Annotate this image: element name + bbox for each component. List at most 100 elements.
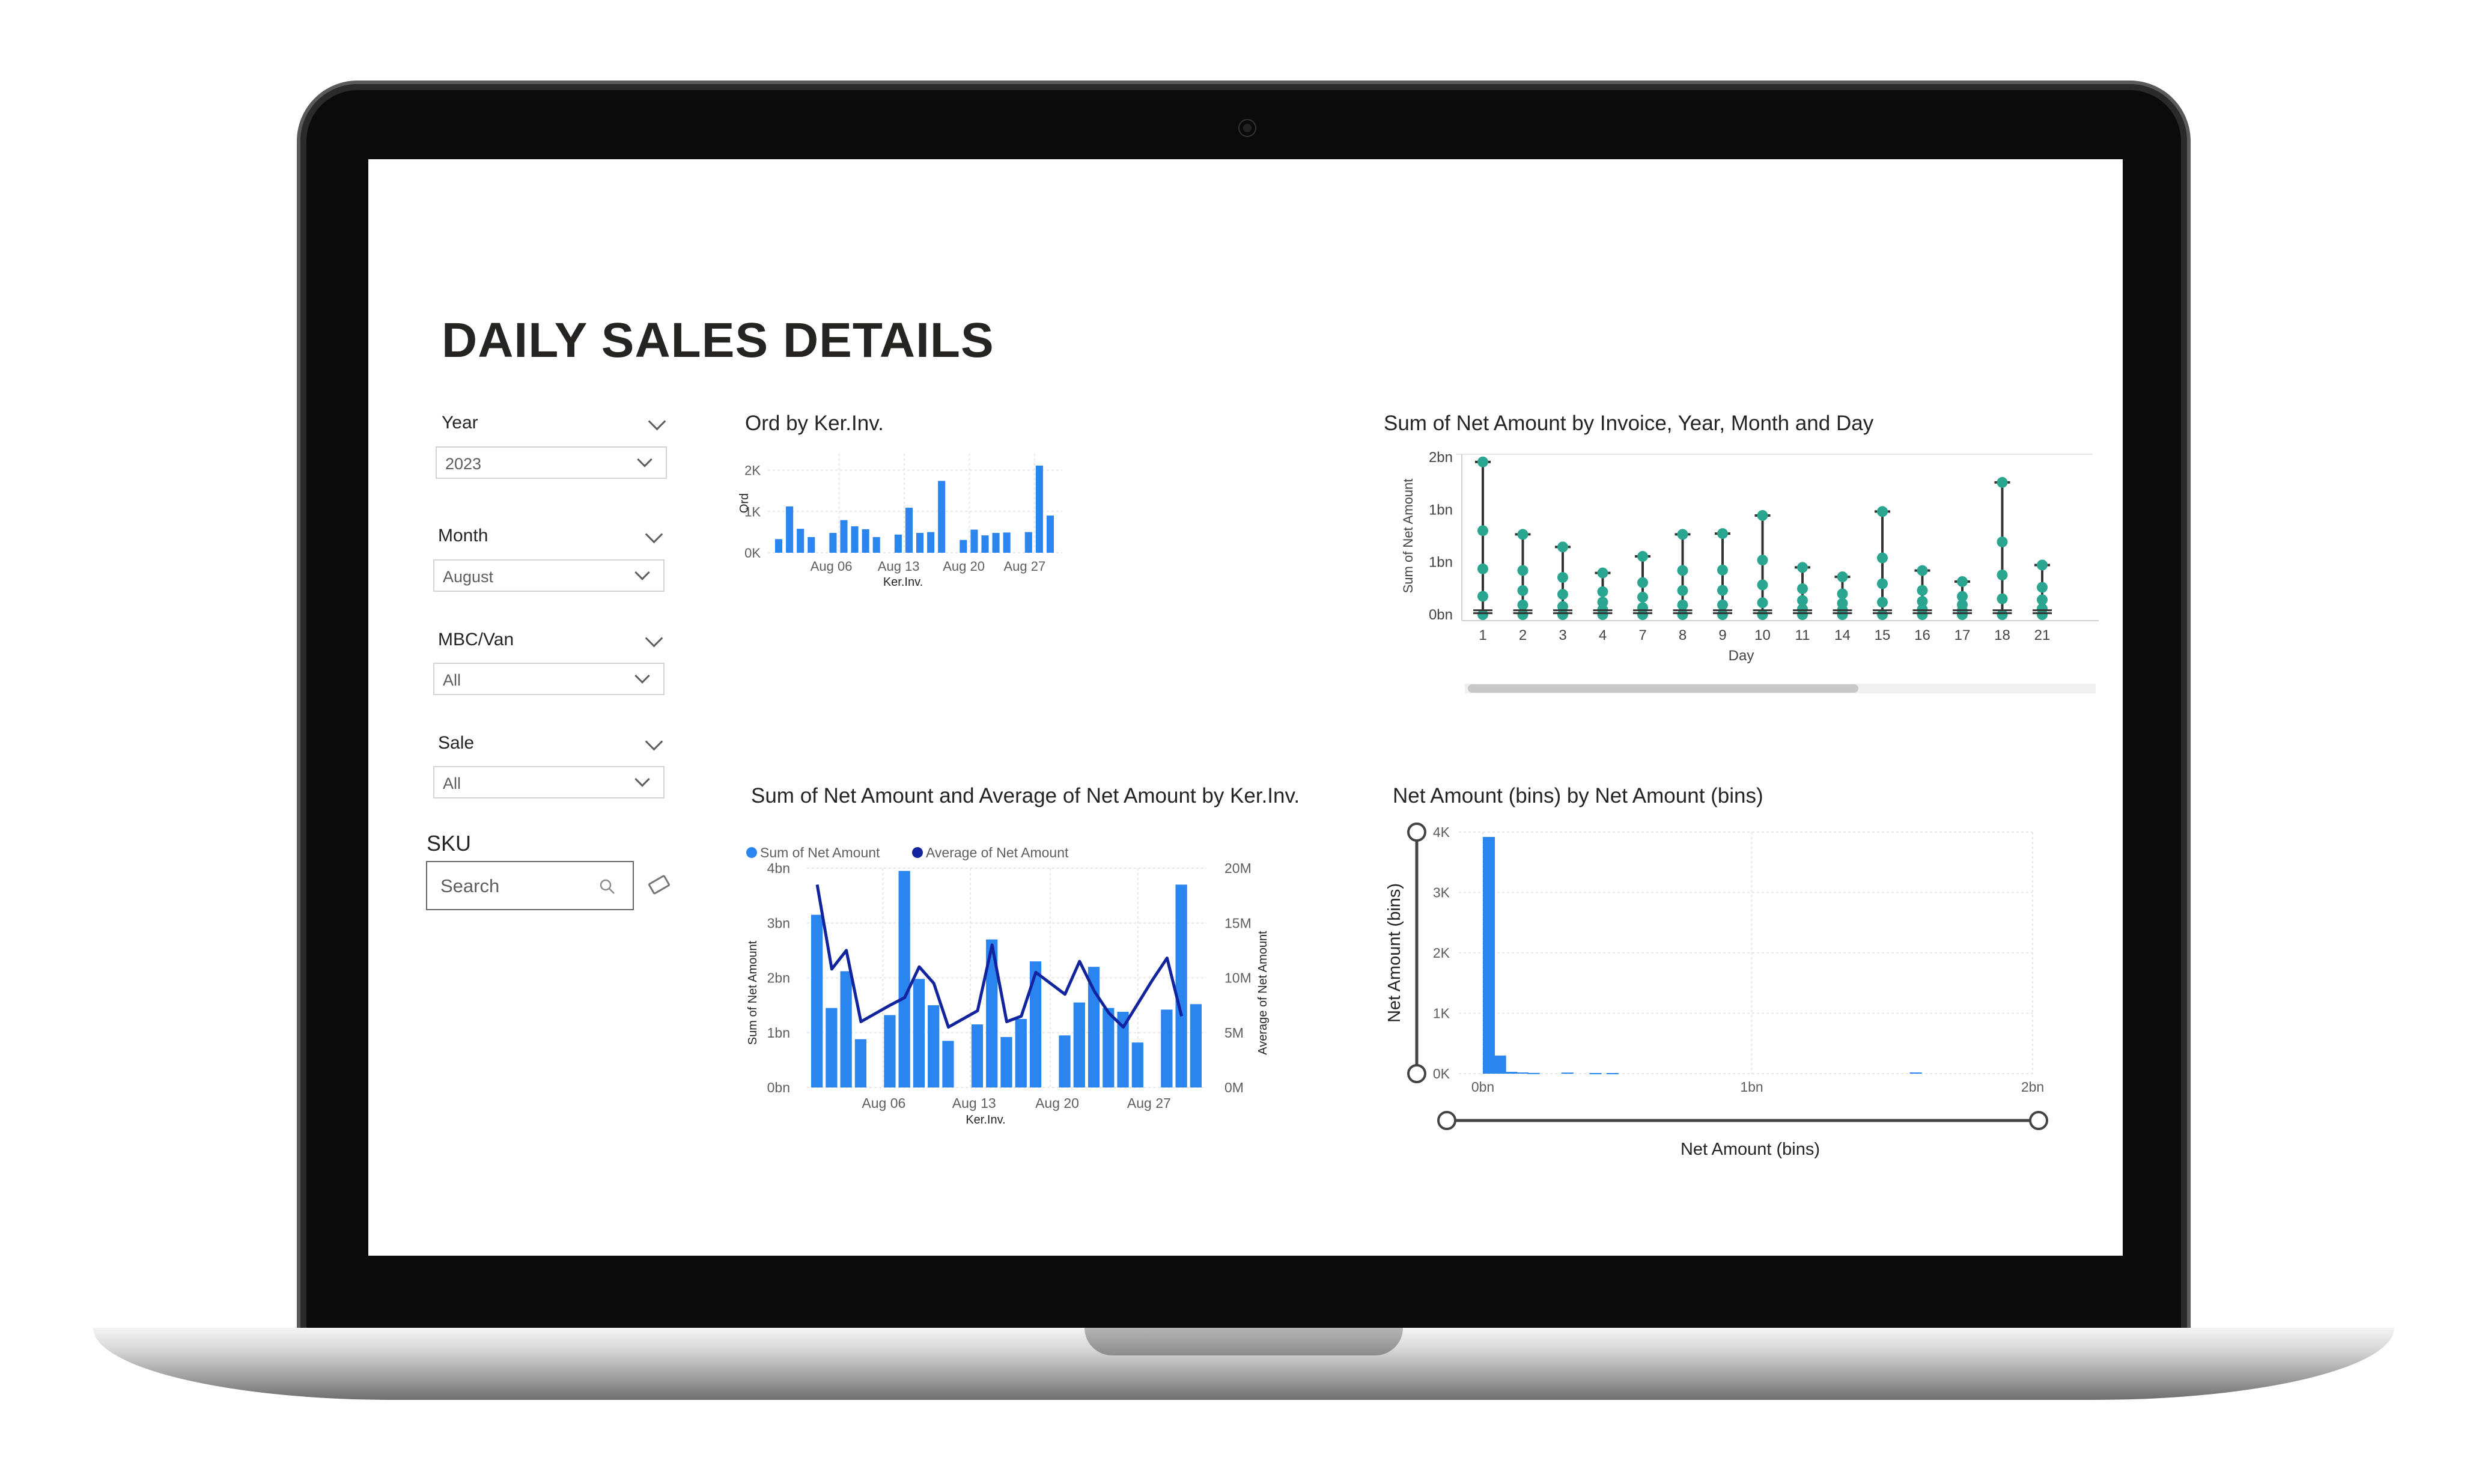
y-axis-title: Sum of Net Amount xyxy=(1401,479,1416,594)
chart4-title: Net Amount (bins) by Net Amount (bins) xyxy=(1393,784,1763,807)
slicer-mbc-van-value: All xyxy=(443,671,461,689)
bar xyxy=(942,1041,954,1087)
x-tick-label: 14 xyxy=(1834,627,1851,643)
legend-marker xyxy=(746,847,757,858)
x-tick-label: 16 xyxy=(1914,627,1930,643)
chevron-down-icon[interactable] xyxy=(645,525,663,544)
x-range-slider-handle xyxy=(2029,1111,2048,1130)
data-point xyxy=(1837,571,1848,583)
y-tick-label: 1bn xyxy=(1429,555,1453,571)
chevron-down-icon[interactable] xyxy=(648,412,666,431)
x-tick-label: 11 xyxy=(1795,627,1810,643)
x-tick-label: Aug 27 xyxy=(1003,559,1045,574)
data-point xyxy=(1877,552,1888,564)
bar xyxy=(1527,1072,1540,1074)
bar xyxy=(1161,1009,1173,1087)
bar xyxy=(1059,1035,1071,1087)
bar xyxy=(884,1015,896,1087)
net-amount-by-invoice-chart: 0bn 1bn 1bn 2bn Sum of Net Amount 1 2 3 4 7 8 9 10 11… xyxy=(1401,449,2099,693)
legend-label: Sum of Net Amount xyxy=(760,847,880,860)
y-tick-label: 3bn xyxy=(767,915,790,931)
data-point xyxy=(1477,591,1488,602)
webcam xyxy=(1240,120,1255,136)
chart1-title: Ord by Ker.Inv. xyxy=(745,412,884,435)
sku-search-input[interactable]: Search xyxy=(426,861,634,910)
eraser-icon[interactable] xyxy=(647,874,671,895)
data-point xyxy=(1637,551,1648,562)
y-tick-label: 0bn xyxy=(767,1080,790,1095)
y-tick-label: 4bn xyxy=(767,860,790,876)
data-point xyxy=(1517,585,1529,596)
y-tick-label: 1K xyxy=(1433,1006,1450,1021)
bar xyxy=(913,979,925,1087)
data-point xyxy=(1677,565,1688,576)
slicer-sale-value: All xyxy=(443,774,461,792)
bar xyxy=(811,914,823,1087)
chevron-down-icon xyxy=(634,668,650,684)
chevron-down-icon xyxy=(634,565,650,580)
data-point xyxy=(1717,564,1728,576)
y-tick-label: 2K xyxy=(744,463,761,478)
data-point xyxy=(1917,585,1928,596)
x-tick-label: 2 xyxy=(1519,627,1527,643)
data-point xyxy=(1597,586,1608,597)
data-point xyxy=(1757,597,1768,609)
scrollbar-thumb xyxy=(1468,684,1858,693)
slicer-year-dropdown[interactable]: 2023 xyxy=(436,446,667,479)
data-point xyxy=(1717,585,1728,596)
slicer-month-dropdown[interactable]: August xyxy=(433,559,665,592)
slicer-mbc-van-dropdown[interactable]: All xyxy=(433,663,665,695)
bar xyxy=(826,1008,838,1087)
x-tick-label: 3 xyxy=(1559,627,1566,643)
data-point xyxy=(1877,578,1888,589)
bar xyxy=(840,520,848,553)
sku-search-placeholder: Search xyxy=(440,875,500,896)
bar xyxy=(1190,1004,1202,1087)
bar xyxy=(938,481,946,553)
x-tick-label: Aug 06 xyxy=(811,559,853,574)
y2-tick-label: 10M xyxy=(1224,970,1252,986)
bar xyxy=(928,1005,940,1087)
bar xyxy=(971,1024,984,1087)
bar xyxy=(905,508,913,553)
bar xyxy=(1015,1018,1027,1087)
bar xyxy=(829,533,837,553)
x-tick-label: 8 xyxy=(1679,627,1687,643)
data-point xyxy=(1557,572,1568,583)
data-point xyxy=(1997,536,2008,547)
data-point xyxy=(1637,591,1648,603)
chevron-down-icon xyxy=(634,771,650,787)
chevron-down-icon xyxy=(637,452,652,467)
bar xyxy=(1606,1072,1619,1074)
data-point xyxy=(1797,583,1808,594)
bar xyxy=(1516,1072,1529,1074)
chevron-down-icon[interactable] xyxy=(645,629,663,648)
x-tick-label: Aug 06 xyxy=(862,1095,905,1111)
search-icon[interactable] xyxy=(599,878,616,895)
data-point xyxy=(1797,562,1808,573)
data-point xyxy=(1757,509,1768,521)
slicer-month-label: Month xyxy=(438,526,488,546)
chevron-down-icon[interactable] xyxy=(645,732,663,751)
data-point xyxy=(1597,567,1608,579)
data-point xyxy=(1997,569,2008,580)
bar xyxy=(1046,515,1054,553)
slicer-sale-dropdown[interactable]: All xyxy=(433,766,665,798)
bar xyxy=(1589,1072,1602,1074)
report-canvas: DAILY SALES DETAILS Year 2023 Month Augu… xyxy=(368,159,2123,1256)
bar xyxy=(854,1039,867,1087)
x-tick-label: 9 xyxy=(1718,627,1726,643)
bar xyxy=(970,529,978,553)
bar xyxy=(1035,465,1043,553)
slicer-year-label: Year xyxy=(442,413,478,433)
ord-by-ker-inv-chart: 0K1K2KAug 06 Aug 13 Aug 20 Aug 27Ker.Inv.Or… xyxy=(738,454,1062,589)
y-tick-label: 0K xyxy=(744,546,761,561)
bar xyxy=(916,533,924,553)
data-point xyxy=(1477,563,1488,574)
bar xyxy=(786,506,794,553)
y-tick-label: 1bn xyxy=(767,1025,790,1041)
data-point xyxy=(1717,599,1728,610)
bar xyxy=(797,529,805,553)
data-point xyxy=(1557,541,1568,553)
x-tick-label: 15 xyxy=(1875,627,1891,643)
